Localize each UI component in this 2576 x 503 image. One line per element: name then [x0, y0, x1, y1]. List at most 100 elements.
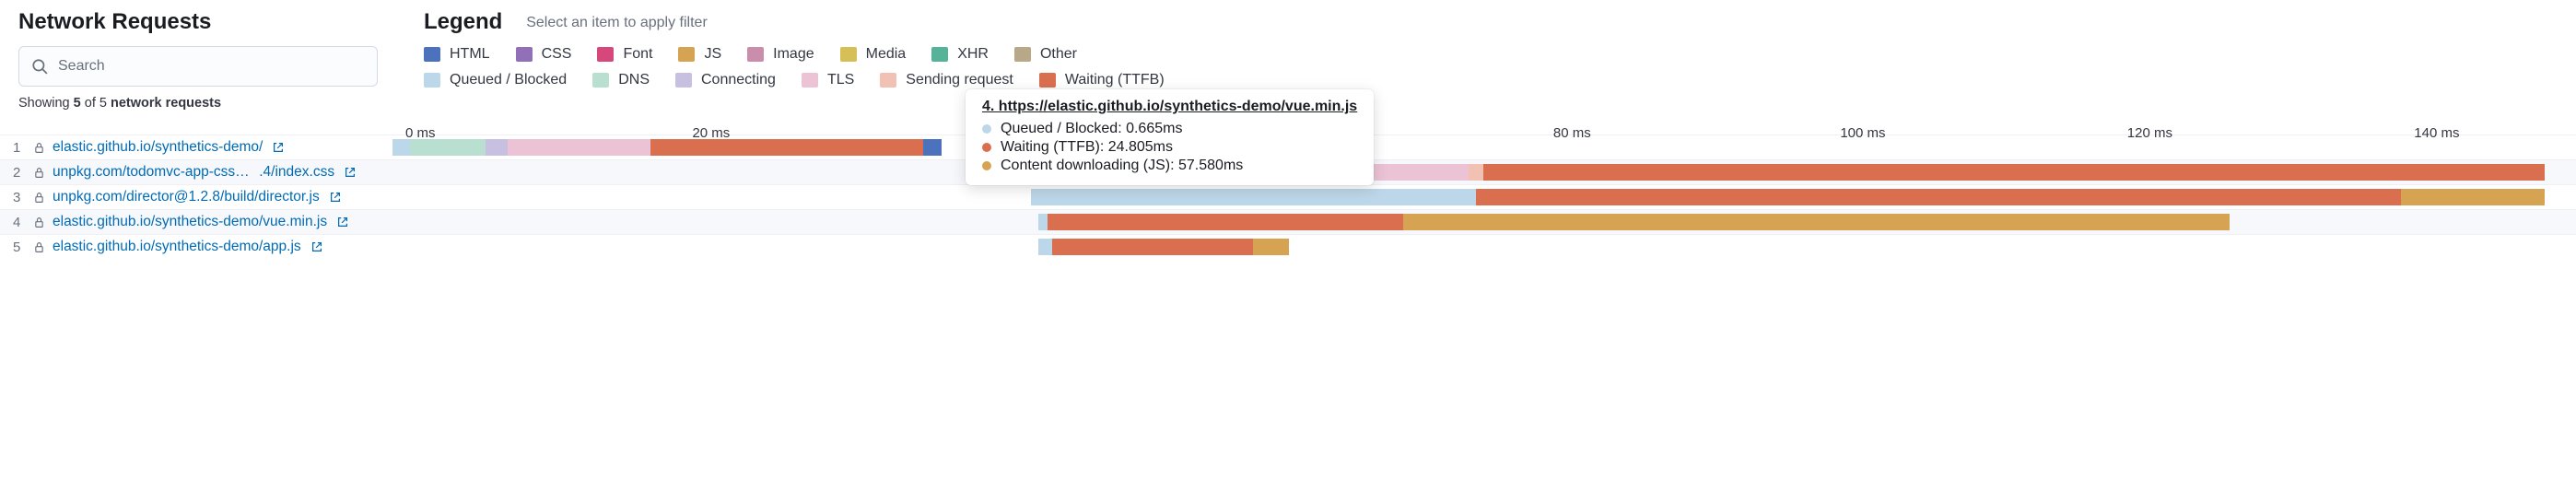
- legend-label: Connecting: [701, 72, 776, 88]
- table-row[interactable]: 3 unpkg.com/director@1.2.8/build/director…: [0, 184, 2576, 209]
- external-link-icon[interactable]: [336, 216, 349, 228]
- legend-hint: Select an item to apply filter: [526, 15, 708, 30]
- row-index: 5: [0, 240, 29, 255]
- row-url-link[interactable]: elastic.github.io/synthetics-demo/: [53, 139, 263, 156]
- legend-item[interactable]: Sending request: [880, 72, 1013, 88]
- legend-item[interactable]: DNS: [592, 72, 650, 88]
- row-url: elastic.github.io/synthetics-demo/app.js: [29, 239, 380, 255]
- bar-segment: [410, 139, 486, 156]
- legend-label: XHR: [957, 46, 989, 63]
- bar-segment: [923, 139, 942, 156]
- bar-segment: [486, 139, 507, 156]
- legend-item[interactable]: Queued / Blocked: [424, 72, 567, 88]
- external-link-icon[interactable]: [272, 141, 285, 154]
- external-link-icon[interactable]: [329, 191, 342, 204]
- showing-summary: Showing 5 of 5 network requests: [18, 96, 387, 111]
- row-bars: [392, 239, 2576, 255]
- legend: Legend Select an item to apply filter HT…: [424, 9, 1165, 98]
- lock-icon: [33, 167, 45, 179]
- row-url-link[interactable]: elastic.github.io/synthetics-demo/app.js: [53, 239, 301, 255]
- legend-item[interactable]: XHR: [931, 46, 989, 63]
- legend-item[interactable]: Font: [597, 46, 652, 63]
- search-input[interactable]: [18, 46, 378, 87]
- legend-item[interactable]: CSS: [516, 46, 572, 63]
- legend-item[interactable]: Image: [747, 46, 814, 63]
- legend-item[interactable]: HTML: [424, 46, 490, 63]
- legend-label: Sending request: [906, 72, 1013, 88]
- lock-icon: [33, 216, 45, 228]
- search-field-wrap: [18, 46, 378, 87]
- row-url: elastic.github.io/synthetics-demo/: [29, 139, 380, 156]
- row-index: 1: [0, 140, 29, 156]
- bar-segment: [1476, 189, 2401, 205]
- page-title: Network Requests: [18, 9, 387, 35]
- row-url-link[interactable]: unpkg.com/director@1.2.8/build/director.…: [53, 189, 320, 205]
- tooltip-title: 4. https://elastic.github.io/synthetics-…: [982, 99, 1357, 115]
- bar-segment: [392, 139, 410, 156]
- legend-swatch: [931, 47, 948, 62]
- legend-item[interactable]: Media: [840, 46, 907, 63]
- legend-swatch: [802, 73, 818, 88]
- external-link-icon[interactable]: [310, 240, 323, 253]
- bar-segment: [1483, 164, 2545, 181]
- legend-item[interactable]: JS: [678, 46, 721, 63]
- row-index: 2: [0, 165, 29, 181]
- row-bars: [392, 139, 2576, 156]
- legend-item[interactable]: Other: [1014, 46, 1077, 63]
- legend-swatch: [597, 47, 614, 62]
- legend-swatch: [747, 47, 764, 62]
- legend-label: Media: [866, 46, 907, 63]
- tooltip-line: Queued / Blocked: 0.665ms: [982, 121, 1357, 137]
- bar-segment: [1038, 239, 1053, 255]
- table-row[interactable]: 5 elastic.github.io/synthetics-demo/app.j…: [0, 234, 2576, 259]
- legend-label: Image: [773, 46, 814, 63]
- lock-icon: [33, 241, 45, 253]
- bar-segment: [1469, 164, 1483, 181]
- tooltip-text: Queued / Blocked: 0.665ms: [1001, 121, 1182, 137]
- row-index: 3: [0, 190, 29, 205]
- legend-label: CSS: [542, 46, 572, 63]
- tooltip-line: Waiting (TTFB): 24.805ms: [982, 139, 1357, 156]
- tooltip: 4. https://elastic.github.io/synthetics-…: [966, 89, 1374, 185]
- legend-item[interactable]: Connecting: [675, 72, 776, 88]
- legend-swatch: [1039, 73, 1056, 88]
- row-url-tail: .4/index.css: [252, 164, 334, 181]
- legend-swatch: [516, 47, 533, 62]
- legend-swatch: [592, 73, 609, 88]
- row-url-link[interactable]: unpkg.com/todomvc-app-css…: [53, 164, 250, 181]
- row-url-link[interactable]: elastic.github.io/synthetics-demo/vue.mi…: [53, 214, 327, 230]
- bar-segment: [1038, 214, 1048, 230]
- external-link-icon[interactable]: [344, 166, 357, 179]
- legend-label: Font: [623, 46, 652, 63]
- legend-label: Other: [1040, 46, 1077, 63]
- row-url: elastic.github.io/synthetics-demo/vue.mi…: [29, 214, 380, 230]
- bar-segment: [1048, 214, 1403, 230]
- row-bars: [392, 214, 2576, 230]
- legend-swatch: [880, 73, 896, 88]
- legend-swatch: [424, 73, 440, 88]
- legend-swatch: [424, 47, 440, 62]
- lock-icon: [33, 192, 45, 204]
- tooltip-dot: [982, 161, 991, 170]
- row-url: unpkg.com/director@1.2.8/build/director.…: [29, 189, 380, 205]
- legend-item[interactable]: Waiting (TTFB): [1039, 72, 1165, 88]
- waterfall-chart: 0 ms20 ms40 ms60 ms80 ms100 ms120 ms140 …: [0, 120, 2576, 259]
- legend-label: HTML: [450, 46, 490, 63]
- bar-segment: [1052, 239, 1253, 255]
- legend-label: DNS: [618, 72, 650, 88]
- legend-swatch: [1014, 47, 1031, 62]
- legend-swatch: [840, 47, 857, 62]
- bar-segment: [1403, 214, 2230, 230]
- legend-label: Waiting (TTFB): [1065, 72, 1165, 88]
- bar-segment: [2401, 189, 2545, 205]
- tooltip-text: Waiting (TTFB): 24.805ms: [1001, 139, 1173, 156]
- legend-item[interactable]: TLS: [802, 72, 854, 88]
- table-row[interactable]: 4elastic.github.io/synthetics-demo/vue.m…: [0, 209, 2576, 234]
- bar-segment: [508, 139, 651, 156]
- tooltip-line: Content downloading (JS): 57.580ms: [982, 158, 1357, 174]
- bar-segment: [650, 139, 923, 156]
- legend-label: Queued / Blocked: [450, 72, 567, 88]
- legend-label: JS: [704, 46, 721, 63]
- legend-swatch: [678, 47, 695, 62]
- bar-segment: [1031, 189, 1476, 205]
